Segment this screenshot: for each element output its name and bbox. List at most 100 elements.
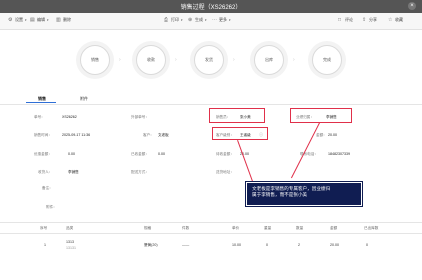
cell-shipped: 0 bbox=[366, 243, 368, 247]
col-qty: 数量 bbox=[296, 226, 304, 230]
customer-value[interactable]: 文老板 bbox=[158, 133, 169, 138]
phone-value: 18482307339 bbox=[328, 152, 350, 156]
receiver-value[interactable]: 李销售 bbox=[68, 170, 79, 175]
chevron-right-icon: › bbox=[293, 57, 295, 63]
close-icon[interactable]: × bbox=[408, 2, 416, 10]
print-icon: ⎙ bbox=[164, 16, 169, 23]
share-icon: ⇪ bbox=[362, 16, 367, 23]
comment-button[interactable]: □ 评论 bbox=[338, 17, 353, 23]
flow-step-label: 出库 bbox=[265, 57, 273, 62]
favorite-label: 收藏 bbox=[395, 17, 403, 22]
col-index: 序号 bbox=[40, 226, 48, 230]
cell-category-sub: 13131 bbox=[66, 246, 76, 250]
settings-icon: ⚙ bbox=[8, 16, 13, 23]
delete-icon: ▥ bbox=[56, 16, 61, 23]
salesperson-label: 销售员： bbox=[216, 115, 231, 119]
annotation-note: 文老板是李销售的专属客户，因业绩归 属于李销售，而不是张小美 bbox=[245, 181, 363, 207]
table-header: 序号 品类 规格 件数 单价 重量 数量 金额 已出库数 bbox=[0, 222, 422, 234]
chevron-down-icon: ▾ bbox=[205, 18, 207, 22]
cell-amount: 20.00 bbox=[330, 243, 339, 247]
sale-time-value: 2025-09-17 11:36 bbox=[62, 133, 91, 137]
sale-form: 单号： XS26262 外部单号： 销售员： 张小美 业绩归属： 李销售 销售时… bbox=[0, 104, 422, 224]
address-label: 送货地址： bbox=[216, 170, 234, 174]
amount-label: 金额： bbox=[316, 133, 327, 137]
chevron-down-icon: ▾ bbox=[47, 18, 49, 22]
flow-step-complete[interactable]: 完成 bbox=[312, 45, 342, 75]
settings-button[interactable]: ⚙ 设置 ▾ bbox=[8, 17, 27, 23]
flow-step-payment[interactable]: 收款 bbox=[136, 45, 166, 75]
chevron-down-icon: ▾ bbox=[229, 18, 231, 22]
active-tab-indicator bbox=[26, 102, 56, 103]
pending-label: 待收金额： bbox=[216, 152, 234, 156]
delete-button[interactable]: ▥ 删除 bbox=[56, 17, 71, 23]
col-shipped: 已出库数 bbox=[364, 226, 379, 230]
attachment-label: 附件： bbox=[46, 205, 57, 209]
chevron-down-icon: ▾ bbox=[25, 18, 27, 22]
flow-step-label: 完成 bbox=[323, 57, 331, 62]
flow-step-sale[interactable]: 销售 bbox=[80, 45, 110, 75]
favorite-button[interactable]: ☆ 收藏 bbox=[388, 17, 403, 23]
discount-value: 0.00 bbox=[68, 152, 75, 156]
col-category: 品类 bbox=[66, 226, 74, 230]
chevron-right-icon: › bbox=[233, 57, 235, 63]
customer-level-value: 王者级 bbox=[240, 133, 251, 137]
col-price: 单价 bbox=[232, 226, 240, 230]
cell-price: 10.00 bbox=[232, 243, 241, 247]
tab-attachments[interactable]: 附件 bbox=[80, 96, 88, 102]
customer-level-label: 客户级别： bbox=[216, 133, 234, 137]
comment-icon: □ bbox=[338, 16, 342, 23]
performance-owner-value[interactable]: 李销售 bbox=[326, 115, 337, 120]
star-icon: ☆ bbox=[388, 16, 393, 23]
discount-label: 优惠金额： bbox=[34, 152, 52, 156]
cell-pieces: —— bbox=[182, 243, 190, 247]
flow-step-outbound[interactable]: 出库 bbox=[254, 45, 284, 75]
receiver-label: 收货人： bbox=[38, 170, 53, 174]
items-table: 序号 品类 规格 件数 单价 重量 数量 金额 已出库数 1 1313 1313… bbox=[0, 222, 422, 280]
customer-label: 客户： bbox=[143, 133, 154, 137]
received-value: 0.00 bbox=[158, 152, 165, 156]
delivery-method-label: 配送方式： bbox=[131, 170, 149, 174]
edit-icon: ▤ bbox=[30, 16, 35, 23]
salesperson-value[interactable]: 张小美 bbox=[240, 115, 251, 120]
more-button[interactable]: ⋯ 更多 ▾ bbox=[212, 17, 231, 23]
flow-step-label: 收款 bbox=[147, 57, 155, 62]
process-flow: 销售 › 收款 › 发货 › 出库 › 完成 bbox=[0, 29, 422, 91]
generate-icon: ⊕ bbox=[188, 16, 193, 23]
generate-label: 生成 bbox=[195, 17, 203, 22]
cell-index: 1 bbox=[44, 243, 46, 247]
col-spec: 规格 bbox=[144, 226, 152, 230]
remark-label: 备注： bbox=[42, 186, 53, 190]
title-bar: 销售过程（XS26262） × bbox=[0, 0, 422, 13]
order-no-value: XS26262 bbox=[62, 115, 77, 119]
print-label: 打印 bbox=[171, 17, 179, 22]
table-row[interactable]: 1 1313 13131 蟹黄(20) —— 10.00 0 2 20.00 0 bbox=[0, 234, 422, 258]
col-pieces: 件数 bbox=[182, 226, 190, 230]
cell-weight: 0 bbox=[266, 243, 268, 247]
annotation-line: 属于李销售，而不是张小美 bbox=[252, 192, 308, 197]
generate-button[interactable]: ⊕ 生成 ▾ bbox=[188, 17, 207, 23]
edit-button[interactable]: ▤ 编辑 ▾ bbox=[30, 17, 49, 23]
cell-spec: 蟹黄(20) bbox=[144, 243, 158, 247]
sale-time-label: 销售时间： bbox=[34, 133, 52, 137]
col-amount: 金额 bbox=[330, 226, 338, 230]
share-button[interactable]: ⇪ 分享 bbox=[362, 17, 377, 23]
chevron-right-icon: › bbox=[175, 57, 177, 63]
external-no-label: 外部单号： bbox=[131, 115, 149, 119]
edit-label: 编辑 bbox=[37, 17, 45, 22]
order-no-label: 单号： bbox=[34, 115, 45, 119]
settings-label: 设置 bbox=[15, 17, 23, 22]
share-label: 分享 bbox=[369, 17, 377, 22]
flow-step-label: 销售 bbox=[91, 57, 99, 62]
more-icon: ⋯ bbox=[212, 16, 217, 23]
print-button[interactable]: ⎙ 打印 ▾ bbox=[164, 17, 183, 23]
cell-qty: 2 bbox=[298, 243, 300, 247]
delete-label: 删除 bbox=[63, 17, 71, 22]
info-icon[interactable]: ⓘ bbox=[259, 132, 263, 138]
window-title: 销售过程（XS26262） bbox=[180, 5, 242, 11]
amount-value: 20.00 bbox=[328, 133, 337, 137]
more-label: 更多 bbox=[219, 17, 227, 22]
col-weight: 重量 bbox=[264, 226, 272, 230]
flow-step-delivery[interactable]: 发货 bbox=[194, 45, 224, 75]
chevron-right-icon: › bbox=[119, 57, 121, 63]
comment-label: 评论 bbox=[345, 17, 353, 22]
